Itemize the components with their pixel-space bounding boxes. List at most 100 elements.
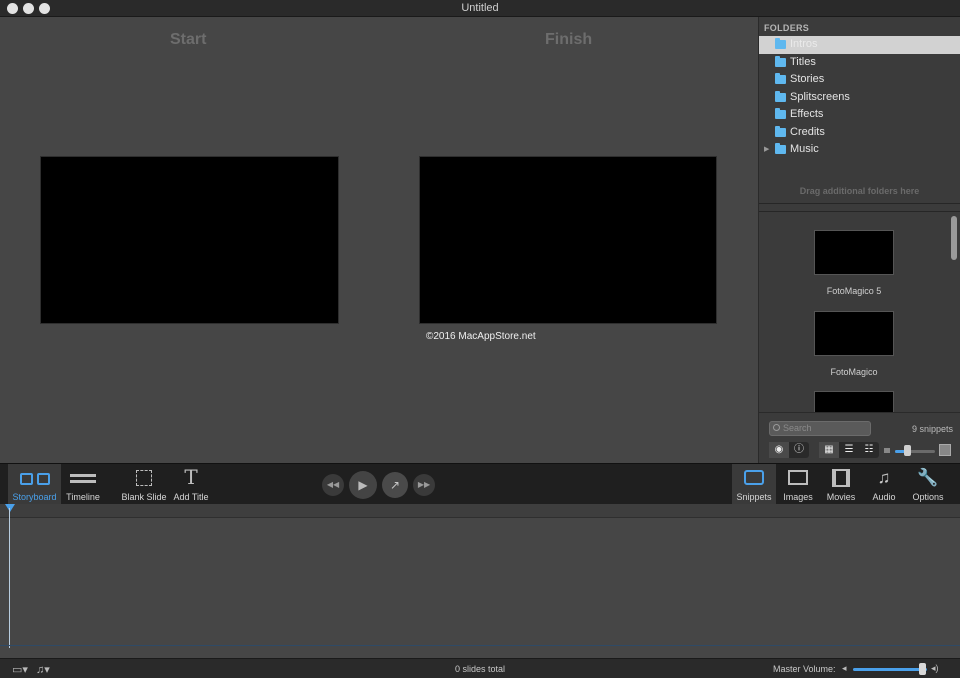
images-tab[interactable]: Images bbox=[776, 464, 820, 505]
folder-label: Splitscreens bbox=[790, 90, 850, 103]
timeline-button[interactable]: Timeline bbox=[61, 464, 105, 505]
storyboard-bottom-border bbox=[0, 645, 960, 646]
snippet-thumbnail[interactable] bbox=[814, 230, 894, 275]
movies-label: Movies bbox=[826, 492, 856, 502]
zoom-out-icon[interactable] bbox=[884, 448, 890, 453]
eye-icon[interactable]: ◉ bbox=[769, 442, 789, 458]
folder-label: Effects bbox=[790, 108, 824, 120]
folder-item-credits[interactable]: Credits bbox=[759, 124, 960, 142]
snippets-label: Snippets bbox=[736, 492, 772, 502]
storyboard-label: Storyboard bbox=[12, 492, 57, 502]
options-tab[interactable]: 🔧 Options bbox=[906, 464, 950, 505]
playhead-line bbox=[9, 508, 10, 648]
timeline-label: Timeline bbox=[66, 492, 100, 502]
grid-view-icon[interactable]: ▦ bbox=[819, 442, 839, 458]
snippet-thumbnail[interactable] bbox=[814, 391, 894, 412]
library-panel: FOLDERS Intros Titles Stories Splitscree… bbox=[758, 17, 960, 463]
storyboard-button[interactable]: Storyboard bbox=[8, 464, 61, 505]
music-note-icon: ♫ bbox=[877, 468, 891, 487]
folder-label: Intros bbox=[790, 38, 818, 50]
search-placeholder: Search bbox=[783, 423, 812, 433]
panel-splitter[interactable] bbox=[759, 203, 960, 212]
detail-view-icon[interactable]: ☷ bbox=[859, 442, 879, 458]
stage-area: Start Finish ©2016 MacAppStore.net bbox=[0, 17, 758, 463]
folder-icon bbox=[775, 108, 786, 119]
folder-item-effects[interactable]: Effects bbox=[759, 106, 960, 124]
share-button[interactable]: ↗ bbox=[382, 472, 408, 498]
thumbnail-size-knob[interactable] bbox=[904, 445, 911, 456]
rewind-icon: ◀◀ bbox=[326, 480, 340, 489]
master-volume-knob[interactable] bbox=[919, 663, 927, 675]
watermark-text: ©2016 MacAppStore.net bbox=[426, 331, 536, 342]
search-icon bbox=[773, 424, 780, 431]
folder-label: Music bbox=[790, 143, 819, 155]
start-label: Start bbox=[170, 31, 207, 48]
audio-tab[interactable]: ♫ Audio bbox=[862, 464, 906, 505]
snippet-label: FotoMagico bbox=[830, 367, 878, 377]
folder-list: Intros Titles Stories Splitscreens Effec… bbox=[759, 36, 960, 159]
fast-forward-button[interactable]: ▶▶ bbox=[413, 474, 435, 496]
status-bar: ▭▾ ♫▾ 0 slides total Master Volume: ◂ ◂) bbox=[0, 658, 960, 678]
options-label: Options bbox=[912, 492, 944, 502]
volume-low-icon: ◂ bbox=[842, 663, 847, 673]
storyboard-area[interactable] bbox=[0, 504, 960, 658]
volume-high-icon: ◂) bbox=[931, 663, 939, 673]
list-view-icon[interactable]: ☰ bbox=[839, 442, 859, 458]
folder-icon bbox=[775, 38, 786, 49]
play-icon: ▶ bbox=[358, 478, 368, 492]
info-icon[interactable]: ⓘ bbox=[789, 442, 809, 458]
snippet-thumbnail[interactable] bbox=[814, 311, 894, 356]
fast-forward-icon: ▶▶ bbox=[417, 480, 431, 489]
snippets-icon bbox=[744, 470, 764, 485]
drag-folders-hint: Drag additional folders here bbox=[799, 186, 920, 196]
disclosure-triangle-icon[interactable]: ▶ bbox=[764, 141, 769, 158]
view-mode-buttons: ▦ ☰ ☷ bbox=[819, 442, 879, 458]
play-button[interactable]: ▶ bbox=[349, 471, 377, 499]
snippet-label: FotoMagico 5 bbox=[826, 286, 882, 296]
snippet-search-input[interactable]: Search bbox=[769, 421, 871, 436]
folder-item-titles[interactable]: Titles bbox=[759, 54, 960, 72]
folder-icon bbox=[775, 143, 786, 154]
finish-label: Finish bbox=[545, 31, 593, 48]
images-icon bbox=[788, 470, 808, 485]
title-text-icon: T bbox=[184, 465, 198, 489]
snippet-browser: FotoMagico 5 FotoMagico bbox=[759, 213, 960, 412]
blank-slide-button[interactable]: Blank Slide bbox=[119, 464, 169, 505]
folder-item-music[interactable]: ▶ Music bbox=[759, 141, 960, 159]
master-volume-slider[interactable] bbox=[853, 668, 927, 671]
preview-info-buttons: ◉ ⓘ bbox=[769, 442, 809, 458]
start-preview[interactable] bbox=[40, 156, 339, 324]
wrench-icon: 🔧 bbox=[917, 468, 939, 487]
folders-header: FOLDERS bbox=[764, 23, 810, 33]
finish-preview[interactable] bbox=[419, 156, 717, 324]
snippet-footer: Search 9 snippets ◉ ⓘ ▦ ☰ ☷ bbox=[759, 412, 960, 463]
timeline-icon bbox=[70, 474, 96, 486]
add-title-button[interactable]: T Add Title bbox=[170, 464, 212, 505]
playhead-handle[interactable] bbox=[5, 504, 15, 512]
time-ruler[interactable] bbox=[0, 504, 960, 518]
master-volume-label: Master Volume: bbox=[773, 664, 836, 674]
movies-tab[interactable]: Movies bbox=[819, 464, 863, 505]
share-icon: ↗ bbox=[389, 478, 401, 492]
window-title: Untitled bbox=[461, 2, 499, 14]
folder-icon bbox=[775, 125, 786, 137]
film-icon bbox=[832, 469, 850, 487]
snippet-count: 9 snippets bbox=[911, 424, 953, 434]
blank-slide-label: Blank Slide bbox=[121, 492, 167, 502]
app-window: Untitled Start Finish ©2016 MacAppStore.… bbox=[0, 0, 960, 678]
folder-item-intros[interactable]: Intros bbox=[759, 36, 960, 54]
folder-icon bbox=[775, 73, 786, 84]
folder-item-splitscreens[interactable]: Splitscreens bbox=[759, 89, 960, 107]
rewind-button[interactable]: ◀◀ bbox=[322, 474, 344, 496]
title-bar: Untitled bbox=[0, 0, 960, 17]
folder-label: Credits bbox=[790, 125, 825, 138]
folder-label: Titles bbox=[790, 55, 816, 68]
folder-icon bbox=[775, 90, 786, 102]
zoom-in-icon[interactable] bbox=[939, 444, 951, 456]
folder-item-stories[interactable]: Stories bbox=[759, 71, 960, 89]
snippets-tab[interactable]: Snippets bbox=[732, 464, 776, 505]
folder-label: Stories bbox=[790, 73, 825, 85]
snippet-scrollbar[interactable] bbox=[951, 216, 957, 260]
folder-icon bbox=[775, 55, 786, 67]
audio-label: Audio bbox=[872, 492, 896, 502]
